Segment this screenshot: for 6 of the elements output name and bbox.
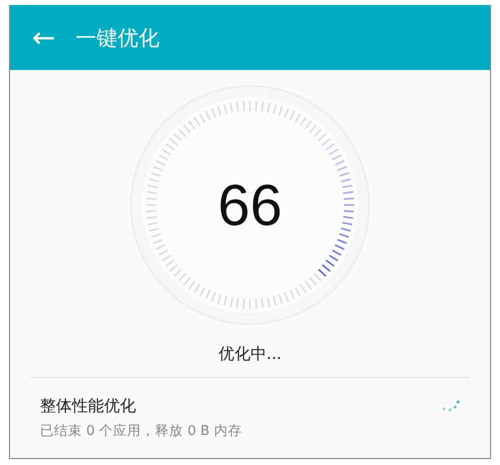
page-title: 一键优化 [75, 24, 160, 52]
score-value: 66 [218, 172, 282, 238]
task-detail: 已结束 0 个应用，释放 0 B 内存 [40, 422, 242, 440]
task-title: 整体性能优化 [40, 396, 137, 417]
back-icon[interactable]: ← [32, 24, 56, 52]
status-text: 优化中... [218, 344, 282, 363]
